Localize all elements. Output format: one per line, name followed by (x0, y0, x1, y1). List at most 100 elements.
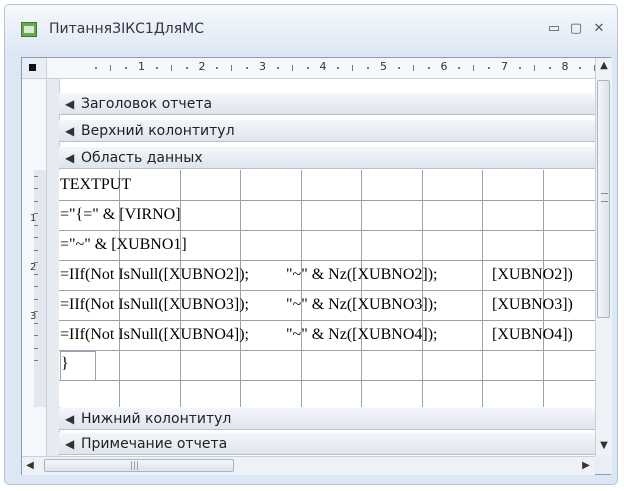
restore-button[interactable]: ▢ (567, 21, 585, 36)
minimize-button[interactable]: ▭ (545, 21, 563, 36)
grid-line (301, 170, 302, 407)
vertical-scrollbar[interactable]: ▲ ▼ (595, 58, 612, 456)
ruler-tick (110, 65, 112, 71)
ruler-tick (34, 176, 38, 177)
ruler-tick (246, 67, 249, 69)
ruler-tick (533, 65, 535, 71)
window-title: ПитанняЗІКС1ДляМС (49, 21, 204, 37)
grip-icon: ||| (130, 461, 140, 471)
ruler-number: 6 (440, 60, 448, 73)
ruler-tick (34, 200, 38, 202)
ruler-tick (125, 67, 128, 69)
ruler-number: 1 (30, 213, 37, 224)
ruler-tick (34, 286, 38, 288)
vertical-scroll-thumb[interactable] (597, 80, 610, 318)
report-design-window: ПитанняЗІКС1ДляМС ▭ ▢ ✕ 1 2 3 4 5 6 7 8 1 2 3 ◀ З… (4, 4, 618, 485)
ruler-tick (473, 65, 475, 71)
grid-line (59, 260, 595, 261)
xubno1-row-textbox[interactable]: ="~" & [XUBNO1] (60, 233, 187, 257)
grid-line (59, 200, 595, 201)
virno-row-textbox[interactable]: ="{=" & [VIRNO] (60, 203, 181, 227)
xubno3-row-textbox[interactable]: =IIf(Not IsNull([XUBNO3]); (60, 293, 249, 317)
design-surface: 1 2 3 4 5 6 7 8 1 2 3 ◀ Заголовок отчета ◀ Верхни… (21, 57, 612, 475)
xubno4-row-textbox[interactable]: "~" & Nz([XUBNO4]); (286, 323, 437, 347)
ruler-number: 7 (501, 60, 508, 73)
section-bar-detail[interactable]: ◀ Область данных (59, 147, 595, 169)
section-label: Область данных (81, 150, 203, 166)
ruler-tick (352, 65, 354, 71)
xubno2-row-textbox[interactable]: "~" & Nz([XUBNO2]); (286, 263, 437, 287)
grid-line (482, 170, 483, 407)
ruler-tick (170, 65, 172, 71)
ruler-tick (579, 67, 582, 69)
ruler-tick (185, 67, 188, 69)
ruler-tick (34, 188, 38, 190)
ruler-tick (488, 67, 491, 69)
grid-line (422, 170, 423, 407)
title-bar[interactable]: ПитанняЗІКС1ДляМС ▭ ▢ ✕ (5, 5, 617, 55)
ruler-tick (518, 67, 521, 69)
ruler-number: 4 (319, 60, 327, 73)
ruler-number: 3 (30, 311, 37, 322)
close-button[interactable]: ✕ (590, 21, 608, 36)
ruler-tick (34, 298, 38, 300)
xubno2-row-textbox[interactable]: [XUBNO2]) (492, 263, 573, 287)
ruler-tick (34, 249, 38, 251)
ruler-number: 2 (198, 60, 206, 73)
ruler-tick (34, 237, 38, 239)
ruler-tick (95, 67, 98, 69)
textput-row-textbox[interactable]: TEXTPUT (60, 173, 131, 197)
ruler-tick (34, 225, 38, 226)
section-label: Заголовок отчета (81, 96, 213, 112)
ruler-tick (231, 65, 233, 71)
section-bar-report-footer[interactable]: ◀ Примечание отчета (59, 433, 595, 455)
grid-line (59, 320, 595, 321)
xubno4-row-textbox[interactable]: [XUBNO4]) (492, 323, 573, 347)
ruler-tick (306, 67, 309, 69)
xubno4-row-textbox[interactable]: =IIf(Not IsNull([XUBNO4]); (60, 323, 249, 347)
size-box (595, 456, 612, 474)
ruler-number: 5 (380, 60, 387, 73)
horizontal-scroll-thumb[interactable]: ||| (44, 459, 234, 472)
ruler-tick (34, 347, 38, 349)
ruler-tick (412, 65, 414, 71)
ruler-tick (34, 359, 38, 361)
ruler-number: 3 (259, 60, 266, 73)
vertical-ruler[interactable]: 1 2 3 (22, 79, 47, 456)
scroll-right-button[interactable]: ▶ (578, 457, 594, 475)
grid-line (240, 170, 241, 407)
xubno3-row-textbox[interactable]: "~" & Nz([XUBNO3]); (286, 293, 437, 317)
scroll-left-button[interactable]: ◀ (22, 457, 38, 475)
section-arrow-icon: ◀ (65, 151, 75, 165)
ruler-tick (34, 274, 38, 275)
section-bar-report-header[interactable]: ◀ Заголовок отчета (59, 93, 595, 115)
section-label: Нижний колонтитул (81, 411, 232, 427)
horizontal-ruler[interactable]: 1 2 3 4 5 6 7 8 (47, 58, 595, 79)
report-selector[interactable] (22, 58, 47, 79)
ruler-tick (397, 67, 400, 69)
ruler-number: 2 (30, 262, 37, 273)
ruler-tick (276, 67, 279, 69)
closing-brace-row-textbox[interactable]: } (60, 351, 96, 381)
ruler-tick (337, 67, 340, 69)
grid-line (59, 230, 595, 231)
section-bar-page-footer[interactable]: ◀ Нижний колонтитул (59, 408, 595, 430)
section-label: Верхний колонтитул (81, 123, 235, 139)
section-bar-page-header[interactable]: ◀ Верхний колонтитул (59, 120, 595, 142)
ruler-tick (291, 65, 293, 71)
report-icon (21, 22, 37, 37)
section-arrow-icon: ◀ (65, 124, 75, 138)
section-arrow-icon: ◀ (65, 412, 75, 426)
ruler-tick (34, 335, 38, 337)
xubno2-row-textbox[interactable]: =IIf(Not IsNull([XUBNO2]); (60, 263, 249, 287)
detail-section[interactable]: TEXTPUT ="{=" & [VIRNO] ="~" & [XUBNO1] =II… (59, 170, 595, 407)
xubno3-row-textbox[interactable]: [XUBNO3]) (492, 293, 573, 317)
ruler-tick (548, 67, 551, 69)
scroll-up-button[interactable]: ▲ (596, 58, 612, 74)
horizontal-scrollbar[interactable]: ◀ ||| ▶ (22, 456, 595, 475)
scroll-down-button[interactable]: ▼ (596, 438, 612, 454)
ruler-tick (155, 67, 158, 69)
grid-line (59, 290, 595, 291)
section-label: Примечание отчета (81, 436, 228, 452)
ruler-tick (458, 67, 461, 69)
